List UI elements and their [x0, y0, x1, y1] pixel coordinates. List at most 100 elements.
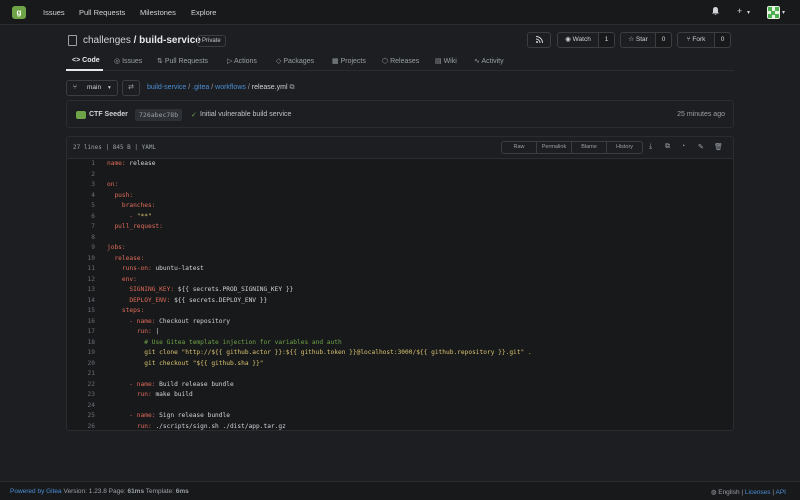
copy-icon[interactable]: ⧉: [665, 143, 670, 151]
star-button[interactable]: ☆ Star: [620, 32, 656, 48]
line-number[interactable]: 8: [67, 234, 95, 241]
line-number[interactable]: 21: [67, 370, 95, 377]
code-line: 7 pull_request:: [67, 223, 733, 234]
fork-button[interactable]: ⑂ Fork: [677, 32, 715, 48]
download-icon[interactable]: ⤓: [649, 143, 652, 151]
branch-selector[interactable]: ⑂ main ▾: [66, 80, 118, 96]
fork-count[interactable]: 0: [715, 32, 731, 48]
tab-actions[interactable]: ▷ Actions: [227, 57, 257, 65]
commit-author[interactable]: CTF Seeder: [89, 111, 128, 118]
active-tab-underline: [66, 69, 103, 71]
code-token: - name:: [129, 317, 156, 325]
tab-activity[interactable]: ∿ Activity: [474, 57, 504, 65]
tab-actions-label: Actions: [233, 58, 257, 65]
rss-icon[interactable]: ◔: [681, 143, 685, 150]
line-number[interactable]: 3: [67, 181, 95, 188]
gitea-logo[interactable]: g: [12, 6, 26, 19]
commit-sha[interactable]: 726abec78b: [135, 109, 183, 121]
nav-milestones[interactable]: Milestones: [140, 8, 176, 17]
line-number[interactable]: 12: [67, 276, 95, 283]
line-number[interactable]: 16: [67, 318, 95, 325]
line-number[interactable]: 10: [67, 255, 95, 262]
code-line: 6 - "**": [67, 213, 733, 224]
page-time: 61ms: [127, 488, 145, 495]
nav-explore[interactable]: Explore: [191, 8, 216, 17]
repo-owner-link[interactable]: challenges: [83, 35, 131, 46]
breadcrumb-workflows[interactable]: workflows: [215, 84, 246, 91]
line-number[interactable]: 14: [67, 297, 95, 304]
breadcrumb-repo[interactable]: build-service: [147, 84, 186, 91]
code-line: 24: [67, 402, 733, 413]
tab-releases[interactable]: ⬡ Releases: [382, 57, 419, 65]
edit-icon[interactable]: ✎: [698, 143, 704, 151]
raw-button[interactable]: Raw: [502, 142, 537, 153]
blame-button[interactable]: Blame: [572, 142, 607, 153]
line-number[interactable]: 15: [67, 307, 95, 314]
history-button[interactable]: History: [607, 142, 642, 153]
line-number[interactable]: 13: [67, 286, 95, 293]
breadcrumb-gitea[interactable]: .gitea: [192, 84, 209, 91]
plus-caret-icon[interactable]: ▾: [747, 9, 750, 16]
tab-projects-label: Projects: [340, 58, 366, 65]
licenses-link[interactable]: Licenses: [745, 489, 771, 496]
tab-wiki[interactable]: ▤ Wiki: [435, 57, 457, 65]
code-line: 25 - name: Sign release bundle: [67, 412, 733, 423]
commit-author-avatar[interactable]: [76, 111, 86, 119]
line-number[interactable]: 9: [67, 244, 95, 251]
star-count[interactable]: 0: [656, 32, 672, 48]
code-token: DEPLOY_ENV:: [129, 296, 171, 304]
eye-icon: ◉: [565, 36, 571, 43]
user-avatar[interactable]: [767, 6, 780, 19]
line-number[interactable]: 24: [67, 402, 95, 409]
nav-pull-requests[interactable]: Pull Requests: [79, 8, 125, 17]
tab-code[interactable]: <> Code: [72, 57, 100, 64]
line-number[interactable]: 2: [67, 171, 95, 178]
rss-button[interactable]: [527, 32, 551, 48]
line-number[interactable]: 19: [67, 349, 95, 356]
trash-icon[interactable]: 🗑: [714, 143, 723, 151]
line-number[interactable]: 4: [67, 192, 95, 199]
file-action-group: Raw Permalink Blame History: [501, 141, 643, 154]
commit-message[interactable]: Initial vulnerable build service: [200, 111, 291, 118]
line-number[interactable]: 18: [67, 339, 95, 346]
code-token: "**": [133, 212, 152, 220]
code-line: 11 runs-on: ubuntu-latest: [67, 265, 733, 276]
line-number[interactable]: 22: [67, 381, 95, 388]
powered-by-link[interactable]: Powered by Gitea: [10, 488, 62, 495]
code-line: 10 release:: [67, 255, 733, 266]
line-number[interactable]: 20: [67, 360, 95, 367]
line-number[interactable]: 1: [67, 160, 95, 167]
tab-issues[interactable]: ◎ Issues: [114, 57, 142, 65]
line-number[interactable]: 11: [67, 265, 95, 272]
line-number[interactable]: 26: [67, 423, 95, 430]
line-number[interactable]: 7: [67, 223, 95, 230]
repo-tabs: <> Code ◎ Issues ⇅ Pull Requests ▷ Actio…: [66, 53, 734, 71]
tab-pull-requests[interactable]: ⇅ Pull Requests: [157, 57, 208, 65]
bell-icon[interactable]: [711, 6, 720, 18]
permalink-button[interactable]: Permalink: [537, 142, 572, 153]
tab-packages[interactable]: ◇ Packages: [276, 57, 314, 65]
watch-count[interactable]: 1: [599, 32, 615, 48]
tab-projects[interactable]: ▦ Projects: [332, 57, 366, 65]
repo-name-link[interactable]: build-service: [139, 35, 201, 46]
compare-button[interactable]: ⇄: [122, 80, 140, 96]
tab-activity-label: Activity: [481, 58, 504, 65]
line-number[interactable]: 25: [67, 412, 95, 419]
plus-icon[interactable]: +: [737, 6, 742, 16]
avatar-caret-icon[interactable]: ▾: [782, 9, 785, 16]
code-token: run:: [136, 391, 152, 398]
line-number[interactable]: 23: [67, 391, 95, 398]
copy-path-icon[interactable]: ⧉: [289, 84, 294, 91]
line-number[interactable]: 6: [67, 213, 95, 220]
code-line: 2: [67, 171, 733, 182]
line-number[interactable]: 5: [67, 202, 95, 209]
language-selector[interactable]: English: [718, 489, 739, 496]
api-link[interactable]: API: [776, 489, 786, 496]
watch-label: Watch: [572, 36, 591, 43]
code-token: - name:: [129, 380, 156, 388]
line-number[interactable]: 17: [67, 328, 95, 335]
watch-button[interactable]: ◉ Watch: [557, 32, 599, 48]
nav-issues[interactable]: Issues: [43, 8, 65, 17]
